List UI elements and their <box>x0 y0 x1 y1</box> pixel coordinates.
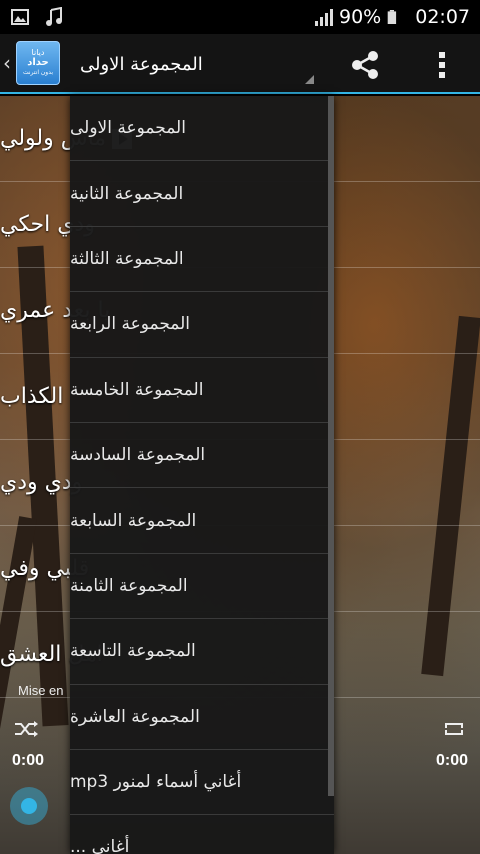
dropdown-item[interactable]: المجموعة التاسعة <box>70 619 334 685</box>
app-logo[interactable]: ديانا حداد بدون انترنت <box>16 41 60 85</box>
dropdown-item[interactable]: المجموعة الثالثة <box>70 227 334 293</box>
dropdown-item-label: المجموعة الرابعة <box>70 314 191 335</box>
spinner-arrow-icon <box>305 75 314 84</box>
dropdown-item[interactable]: أغاني أسماء لمنور mp3 <box>70 750 334 816</box>
seek-bar-thumb[interactable] <box>10 787 48 825</box>
image-notification-icon <box>11 9 29 25</box>
battery-icon <box>387 10 397 24</box>
dropdown-item-label: المجموعة الثامنة <box>70 575 188 596</box>
dropdown-item-label: المجموعة السابعة <box>70 510 197 531</box>
dropdown-item[interactable]: المجموعة الرابعة <box>70 292 334 358</box>
overflow-menu-icon[interactable] <box>430 48 454 82</box>
dropdown-item-label: المجموعة الخامسة <box>70 379 204 400</box>
elapsed-time: 0:00 <box>12 752 45 769</box>
dropdown-item[interactable]: المجموعة السابعة <box>70 488 334 554</box>
dropdown-item[interactable]: المجموعة الاولى <box>70 96 334 162</box>
dropdown-item-label: المجموعة التاسعة <box>70 641 196 662</box>
song-title: الكذاب <box>0 384 64 409</box>
signal-icon <box>315 9 333 26</box>
dropdown-item-label: أغاني أسماء لمنور mp3 <box>70 772 242 793</box>
dropdown-item-label: المجموعة الاولى <box>70 118 186 139</box>
clock: 02:07 <box>415 6 470 28</box>
dropdown-item[interactable]: المجموعة الثانية <box>70 161 334 227</box>
dropdown-item[interactable]: أغاني ... <box>70 815 334 854</box>
player-status-label: Mise en <box>18 683 64 698</box>
dropdown-item[interactable]: المجموعة الثامنة <box>70 554 334 620</box>
logo-line-3: بدون انترنت <box>22 69 54 76</box>
battery-percent: 90% <box>339 6 382 28</box>
status-bar: 90% 02:07 <box>0 0 480 34</box>
dropdown-item[interactable]: المجموعة الخامسة <box>70 358 334 423</box>
dropdown-item-label: المجموعة الثانية <box>70 183 184 204</box>
group-dropdown-menu: المجموعة الاولى المجموعة الثانية المجموع… <box>70 96 334 854</box>
dropdown-item-label: المجموعة العاشرة <box>70 706 200 727</box>
total-duration: 0:00 <box>435 752 468 769</box>
music-notification-icon <box>46 7 62 26</box>
spinner-selected-label: المجموعة الاولى <box>80 53 203 75</box>
share-icon[interactable] <box>348 48 382 82</box>
dropdown-item[interactable]: المجموعة السادسة <box>70 423 334 489</box>
back-chevron-icon[interactable]: ‹ <box>0 33 14 93</box>
repeat-icon[interactable] <box>442 720 466 738</box>
dropdown-item[interactable]: المجموعة العاشرة <box>70 685 334 750</box>
action-bar: ‹ ديانا حداد بدون انترنت المجموعة الاولى <box>0 34 480 94</box>
logo-line-2: حداد <box>27 57 49 68</box>
dropdown-item-label: المجموعة الثالثة <box>70 248 184 269</box>
shuffle-icon[interactable] <box>14 720 38 738</box>
dropdown-item-label: أغاني ... <box>70 837 130 854</box>
dropdown-item-label: المجموعة السادسة <box>70 445 206 466</box>
dropdown-scrollbar[interactable] <box>328 96 334 796</box>
group-spinner[interactable]: المجموعة الاولى <box>80 34 320 94</box>
